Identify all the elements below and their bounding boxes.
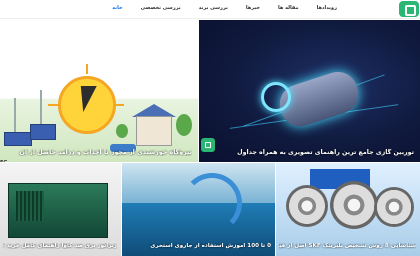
main-nav: خانه بررسی تخصصی بررسی برند خبرها مقاله … xyxy=(103,2,346,14)
sun-ray xyxy=(86,64,88,74)
sun-ray xyxy=(48,104,58,106)
post-title[interactable]: شناسایی 8 روش تشخیص بلبرینگ SKF اصل از ف… xyxy=(279,243,416,249)
house-illustration xyxy=(136,116,172,146)
wind-turbine-illustration xyxy=(14,98,16,132)
solar-panel-illustration xyxy=(30,124,56,140)
site-header: خانه بررسی تخصصی بررسی برند خبرها مقاله … xyxy=(0,0,420,19)
nav-home[interactable]: خانه xyxy=(103,2,131,14)
featured-post-turbine[interactable]: توربین گازی جامع ترین راهنمای تصویری به … xyxy=(199,20,420,162)
tree-illustration xyxy=(176,114,192,136)
nav-articles[interactable]: مقاله ها xyxy=(269,2,308,14)
post-title[interactable]: نیروگاه خورشیدی از مجوز تا احداث و درآمد… xyxy=(4,149,192,156)
post-title[interactable]: توربین گازی جامع ترین راهنمای تصویری به … xyxy=(203,149,414,156)
bearing-image xyxy=(330,181,378,229)
side-label: EG xyxy=(0,160,8,162)
nav-expert-review[interactable]: بررسی تخصصی xyxy=(132,2,190,14)
featured-post-solar[interactable]: EG نیروگاه خورشیدی از مجوز تا احداث و در… xyxy=(0,20,198,162)
turbine-ring-illustration xyxy=(261,82,291,112)
hose-image xyxy=(182,173,242,233)
site-logo[interactable] xyxy=(399,1,419,17)
tree-illustration xyxy=(116,124,128,138)
nav-brand-review[interactable]: بررسی برند xyxy=(190,2,237,14)
generator-grill xyxy=(16,191,44,221)
post-card-pool-vacuum[interactable]: 0 تا 100 آموزش استفاده از جاروی استخری xyxy=(122,163,275,256)
post-title[interactable]: 0 تا 100 آموزش استفاده از جاروی استخری xyxy=(125,243,271,249)
wind-turbine-illustration xyxy=(40,90,42,124)
nav-events[interactable]: رویدادها xyxy=(308,2,346,14)
solar-panel-illustration xyxy=(4,132,32,146)
nav-news[interactable]: خبرها xyxy=(237,2,269,14)
bearing-image xyxy=(286,185,328,227)
post-card-skf-bearing[interactable]: شناسایی 8 روش تشخیص بلبرینگ SKF اصل از ف… xyxy=(276,163,420,256)
bearing-image xyxy=(374,187,414,227)
post-title[interactable]: ژنراتور برق صد کاوا راهنمای کامل خرید + … xyxy=(3,243,117,249)
post-card-generator[interactable]: ژنراتور برق صد کاوا راهنمای کامل خرید + … xyxy=(0,163,121,256)
